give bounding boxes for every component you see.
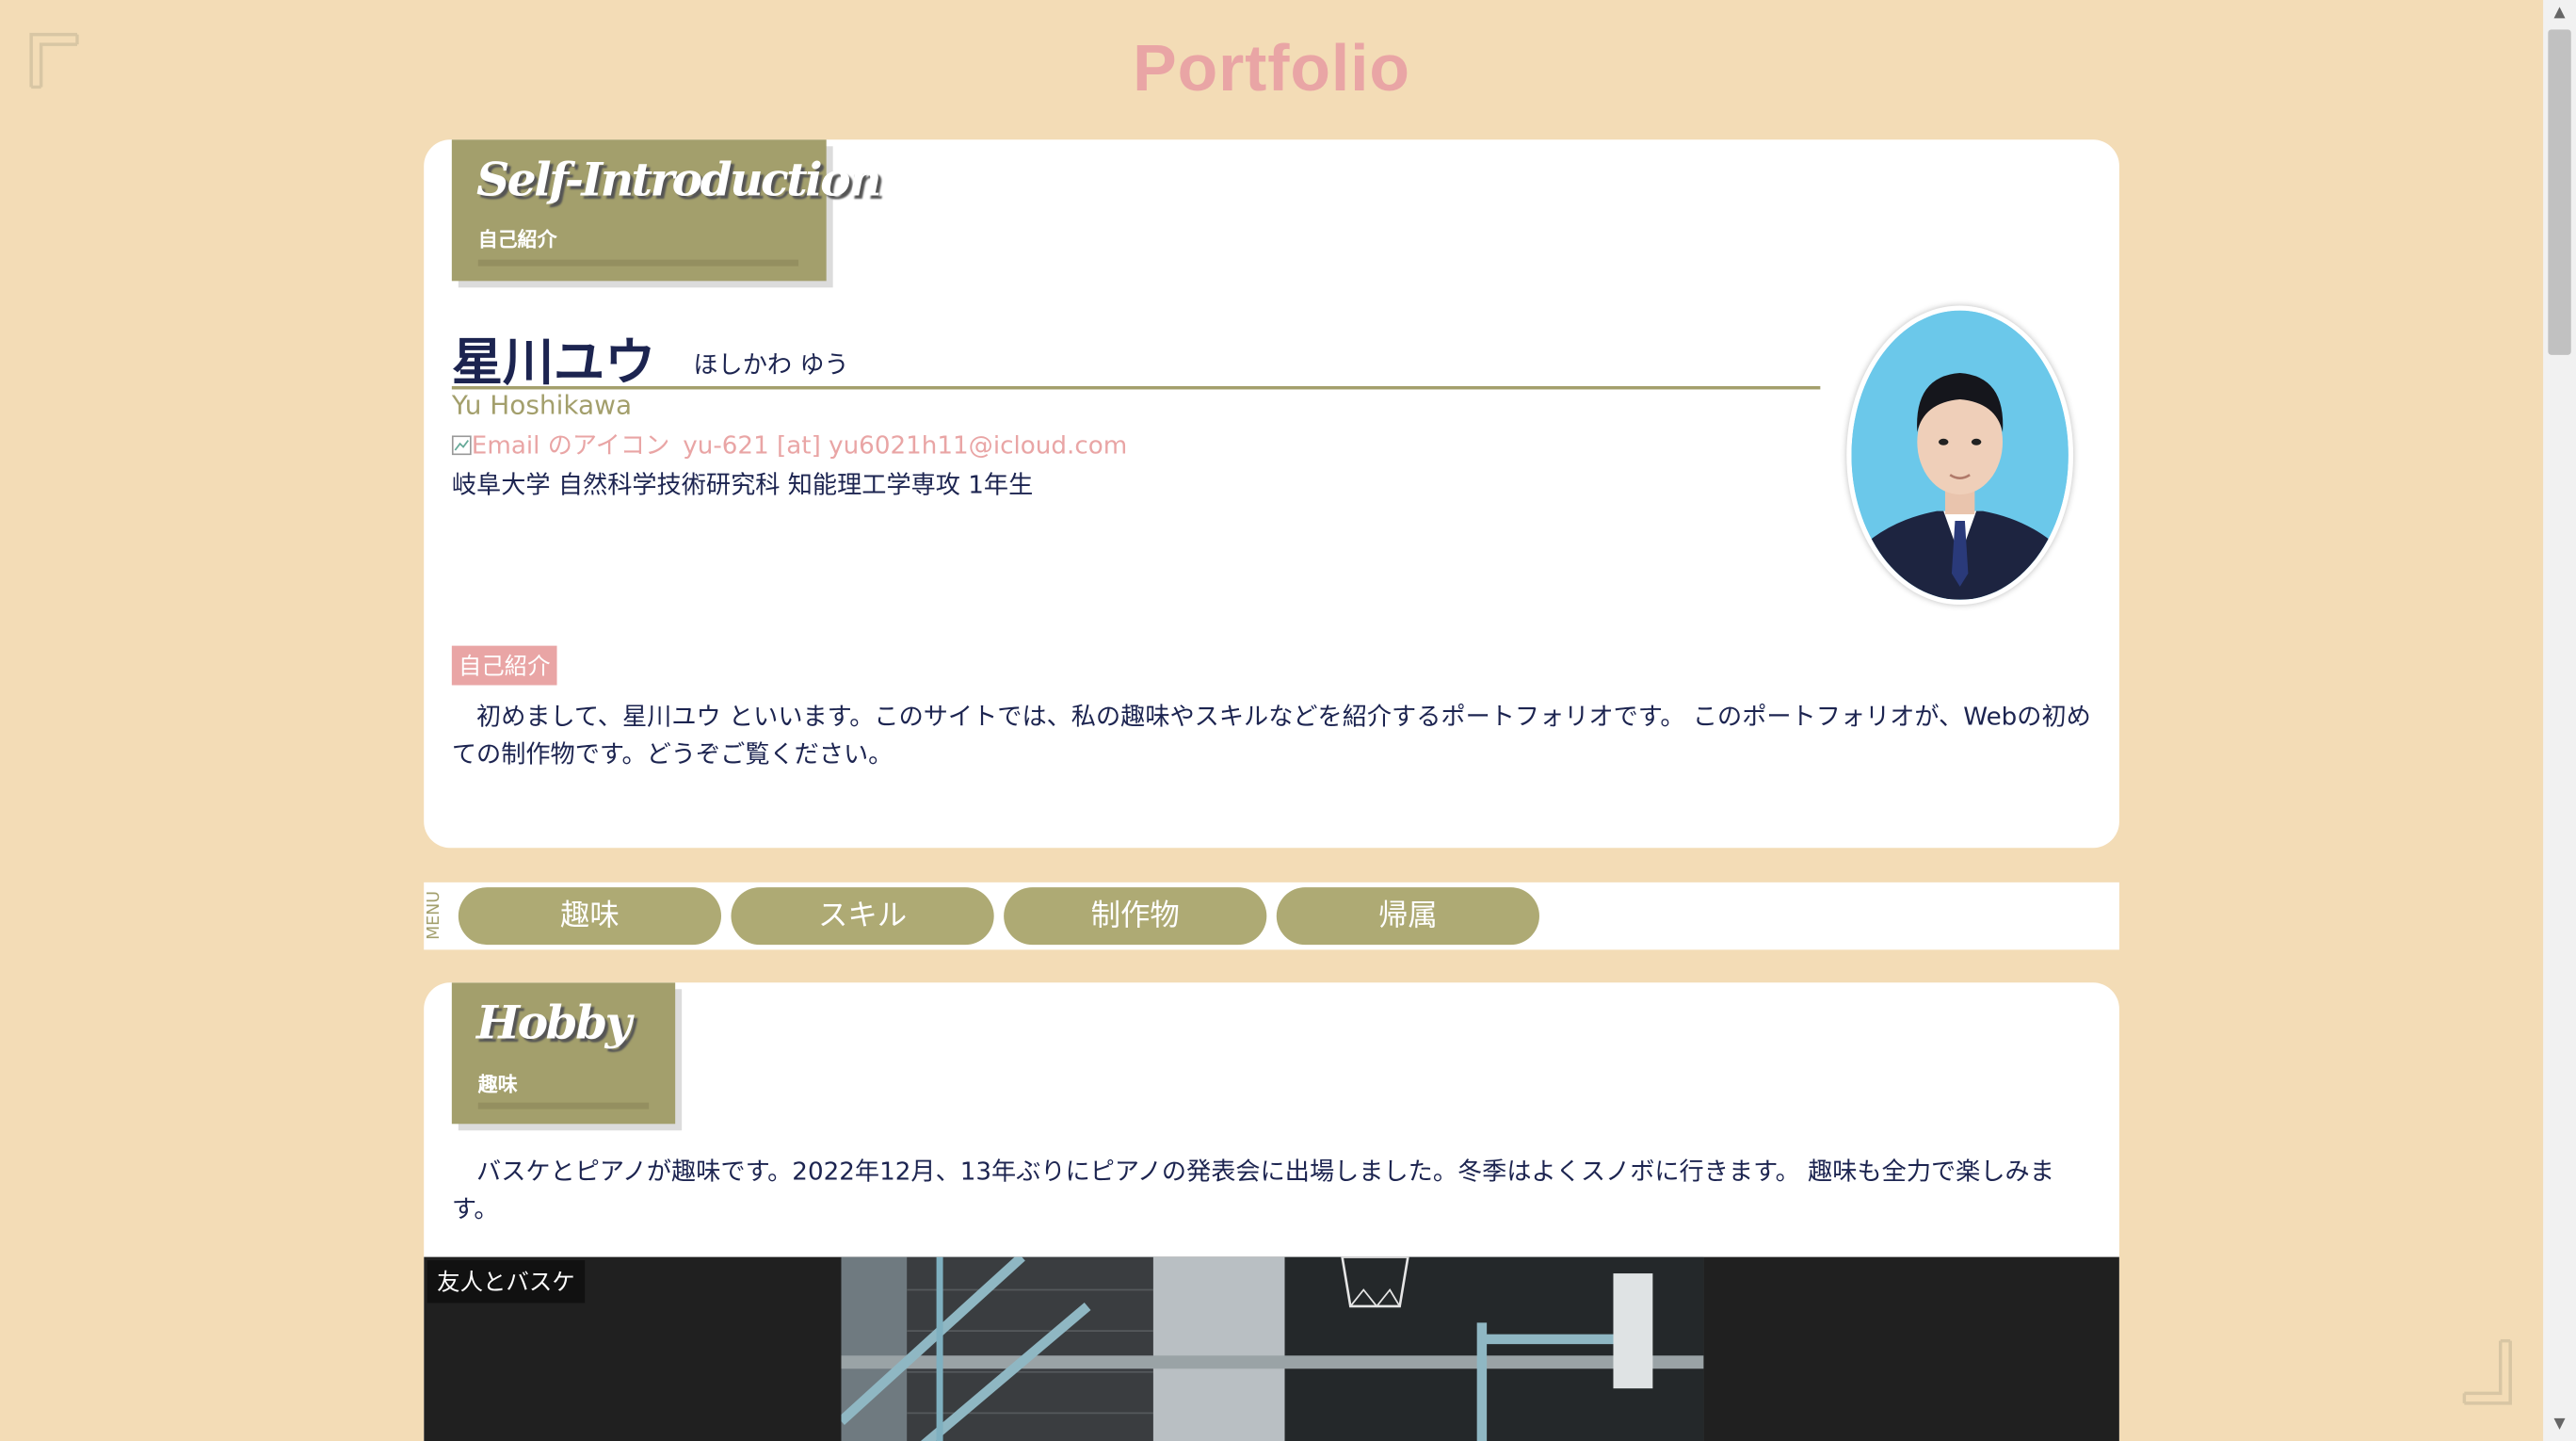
gallery-image	[841, 1256, 1704, 1441]
gallery-caption: 友人とバスケ	[427, 1260, 586, 1303]
person-name-english: Yu Hoshikawa	[451, 389, 633, 421]
profile-photo	[1846, 305, 2074, 606]
page: Portfolio Self-Introduction 自己紹介 星川ユウ ほし…	[0, 0, 2576, 1441]
affiliation: 岐阜大学 自然科学技術研究科 知能理工学専攻 1年生	[451, 469, 1034, 500]
profile-portrait-image	[1851, 310, 2069, 600]
site-title: Portfolio	[1133, 32, 1410, 105]
basketball-court-photo	[841, 1256, 1704, 1441]
scroll-up-arrow-icon[interactable]: ▲	[2543, 0, 2576, 26]
self-introduction-card: Self-Introduction 自己紹介 星川ユウ ほしかわ ゆう Yu H…	[424, 139, 2119, 849]
email-row[interactable]: Email のアイコン yu-621 [at] yu6021h11@icloud.…	[451, 428, 1127, 462]
scrollbar-thumb[interactable]	[2548, 29, 2571, 355]
section-heading-jp: 趣味	[477, 1073, 518, 1096]
hobby-paragraph: バスケとピアノが趣味です。2022年12月、13年ぶりにピアノの発表会に出場しま…	[451, 1157, 2054, 1224]
section-heading-jp: 自己紹介	[477, 228, 557, 251]
menu-button-skill[interactable]: スキル	[731, 887, 994, 946]
vertical-scrollbar[interactable]: ▲ ▼	[2543, 0, 2576, 1441]
heading-underline	[477, 259, 799, 267]
email-icon-alt-text: Email のアイコン	[471, 430, 670, 461]
heading-underline	[477, 1102, 650, 1109]
section-heading-en: Hobby	[476, 996, 632, 1050]
section-heading-en: Self-Introduction	[476, 153, 882, 207]
name-row: 星川ユウ ほしかわ ゆう	[451, 320, 1821, 393]
self-intro-paragraph: 初めまして、星川ユウ といいます。このサイトでは、私の趣味やスキルなどを紹介する…	[451, 701, 2091, 769]
hobby-gallery[interactable]: 友人とバスケ	[424, 1256, 2119, 1441]
self-intro-tag: 自己紹介	[451, 645, 557, 686]
section-heading-self-introduction: Self-Introduction 自己紹介	[451, 139, 882, 282]
menu-button-affiliation[interactable]: 帰属	[1276, 887, 1539, 946]
section-heading-hobby: Hobby 趣味	[451, 982, 676, 1125]
scroll-down-arrow-icon[interactable]: ▼	[2543, 1412, 2576, 1438]
person-name-kana: ほしかわ ゆう	[693, 349, 849, 380]
menu-button-hobby[interactable]: 趣味	[458, 887, 722, 946]
corner-decoration-bottom-right	[2462, 1338, 2512, 1405]
broken-image-icon	[451, 435, 472, 456]
person-name: 星川ユウ	[451, 333, 656, 393]
menu-label: MENU	[425, 891, 444, 941]
menu-button-works[interactable]: 制作物	[1004, 887, 1267, 946]
email-address-link[interactable]: yu-621 [at] yu6021h11@icloud.com	[683, 430, 1127, 460]
menu-bar: MENU 趣味 スキル 制作物 帰属	[424, 882, 2119, 950]
hobby-card: Hobby 趣味 バスケとピアノが趣味です。2022年12月、13年ぶりにピアノ…	[424, 982, 2119, 1441]
